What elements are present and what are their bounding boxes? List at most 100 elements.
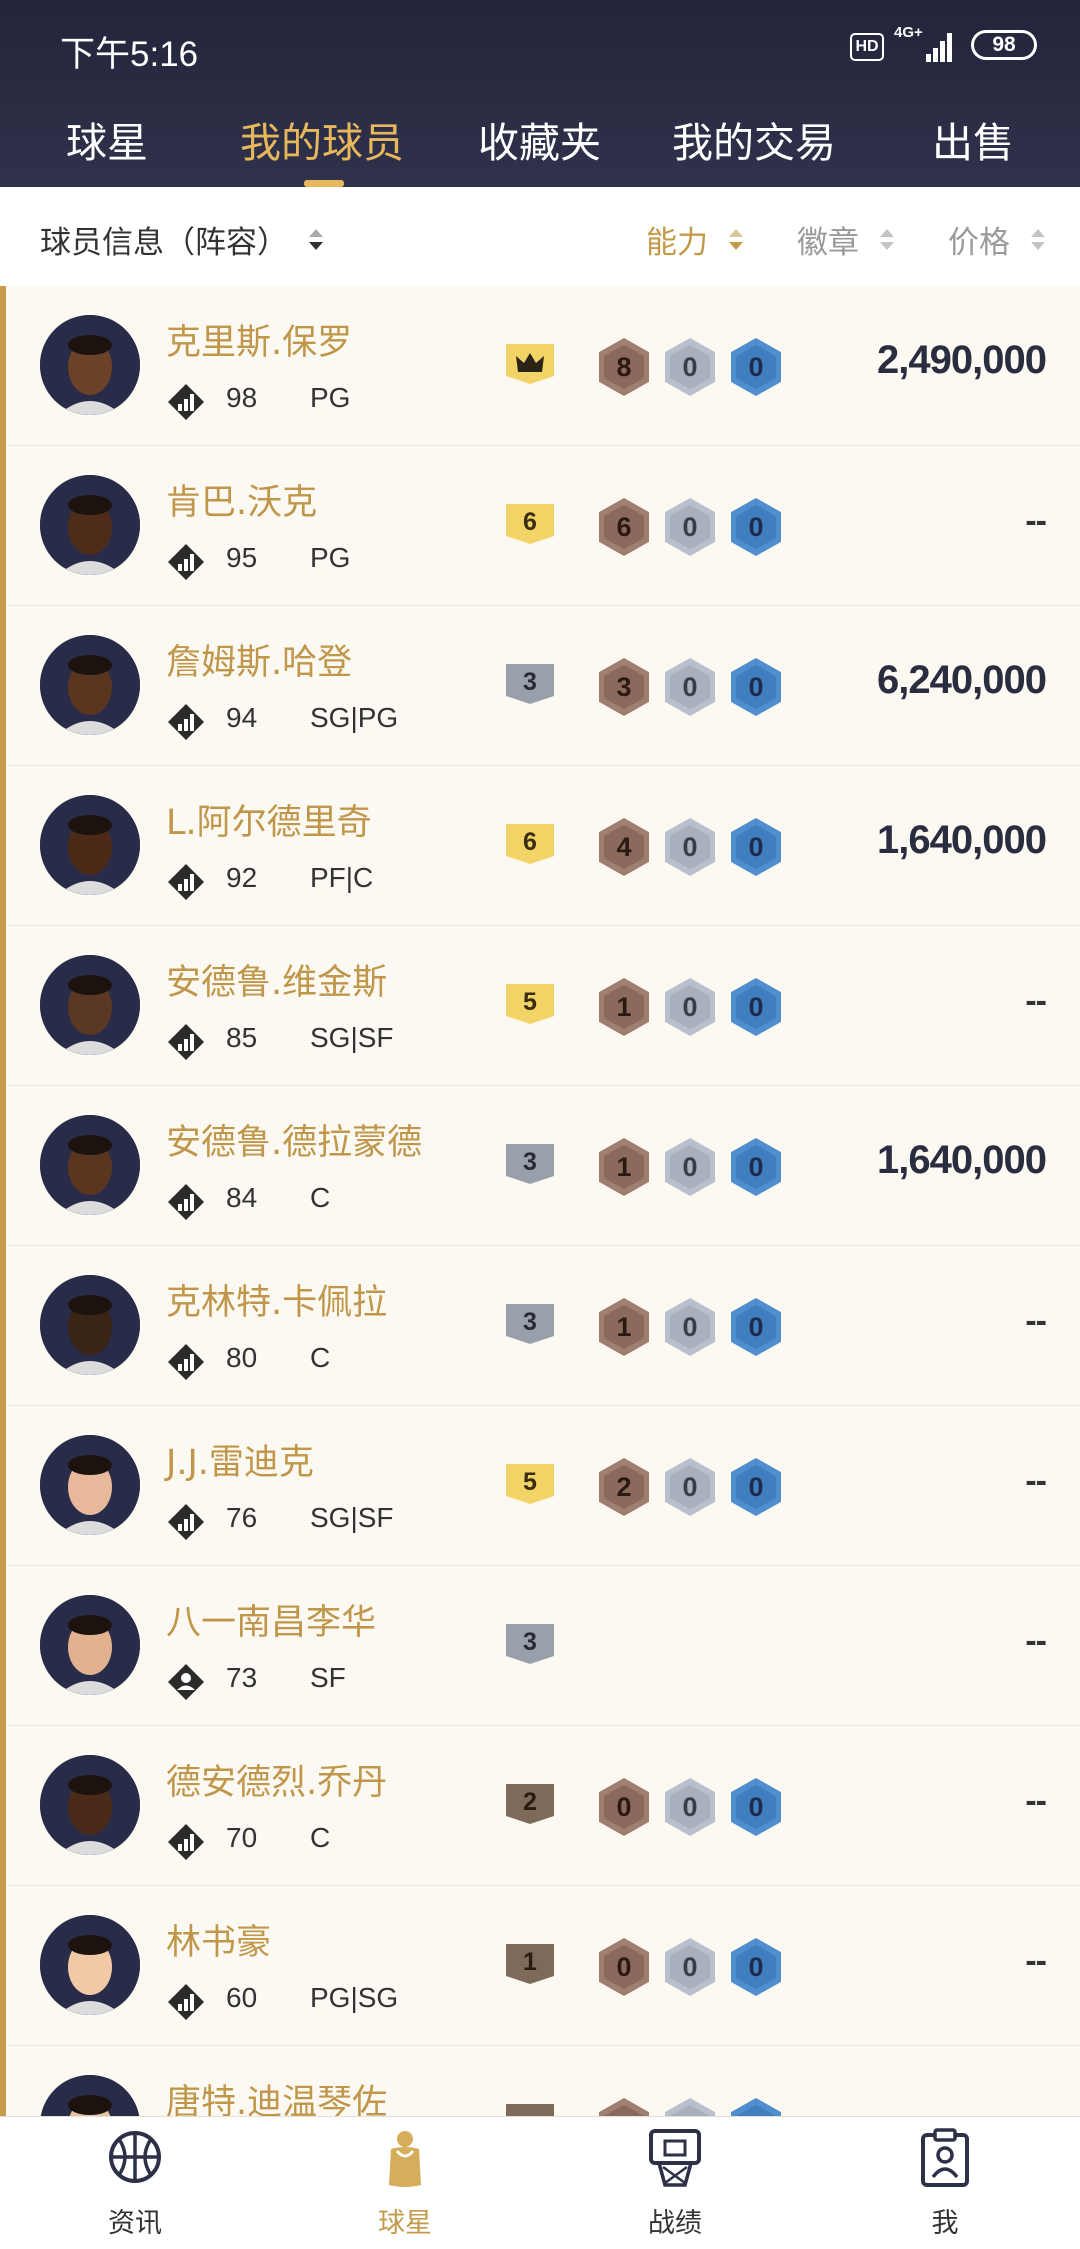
player-row[interactable]: 克林特.卡佩拉 80 C 3 1 0 0 -- (6, 1246, 1080, 1406)
tier-badge: 1 (504, 1942, 556, 1986)
tier-crown-badge (504, 342, 556, 386)
signal-rank-icon (168, 1344, 204, 1380)
signal-rank-icon (168, 1024, 204, 1060)
gold-blue-badge-hex: 0 (728, 336, 784, 398)
player-row[interactable]: 詹姆斯.哈登 94 SG|PG 3 3 0 0 6,240,000 (6, 606, 1080, 766)
nav-news[interactable]: 资讯 (0, 2117, 270, 2249)
sort-lineup-label: 球员信息（阵容） (40, 225, 288, 261)
tier-badge: 3 (504, 1302, 556, 1346)
nav-news-label: 资讯 (108, 2208, 162, 2239)
player-jersey-icon (389, 2131, 421, 2187)
tier-badge: 3 (504, 1622, 556, 1666)
player-name: 林书豪 (166, 1923, 272, 1963)
silver-badge-hex: 0 (662, 816, 718, 878)
badge-count: 0 (748, 1952, 764, 1982)
player-row[interactable]: 克里斯.保罗 98 PG 8 0 0 2,490,000 (6, 286, 1080, 446)
badge-count: 3 (616, 672, 632, 702)
sort-arrows-icon (879, 228, 894, 250)
player-position: PG (310, 542, 351, 573)
badge-count: 0 (748, 672, 764, 702)
hd-icon: HD (850, 33, 884, 61)
player-avatar (40, 1755, 140, 1855)
battery-indicator: 98 (971, 30, 1037, 60)
nav-me[interactable]: 我 (810, 2117, 1080, 2249)
gold-blue-badge-hex: 0 (728, 656, 784, 718)
player-row[interactable]: 肯巴.沃克 95 PG 6 6 0 0 -- (6, 446, 1080, 606)
sort-ability[interactable]: 能力 (646, 217, 744, 262)
bronze-badge-hex: 1 (596, 976, 652, 1038)
player-row[interactable]: 八一南昌李华 73 SF 3 -- (6, 1566, 1080, 1726)
player-name: 八一南昌李华 (166, 1603, 377, 1643)
player-avatar (40, 2075, 140, 2116)
badge-count: 0 (748, 1312, 764, 1342)
tab-stars[interactable]: 球星 (66, 109, 148, 169)
basketball-icon (109, 2131, 161, 2183)
player-name: 克里斯.保罗 (166, 323, 353, 363)
badge-count: 0 (682, 672, 698, 702)
player-avatar (40, 795, 140, 895)
signal-rank-icon (168, 704, 204, 740)
signal-rank-icon (168, 544, 204, 580)
nav-record[interactable]: 战绩 (540, 2117, 810, 2249)
bronze-badge-hex: 4 (596, 816, 652, 878)
badge-count: 0 (682, 1792, 698, 1822)
player-price: -- (1025, 1302, 1047, 1340)
badge-count: 0 (682, 992, 698, 1022)
badge-count: 2 (616, 1472, 632, 1502)
player-row[interactable]: 安德鲁.德拉蒙德 84 C 3 1 0 0 1,640,000 (6, 1086, 1080, 1246)
player-price: 1,640,000 (877, 1138, 1047, 1182)
signal-rank-icon (168, 1984, 204, 2020)
tier-number: 6 (523, 828, 537, 856)
signal-rank-icon (168, 1184, 204, 1220)
player-row[interactable]: J.J.雷迪克 76 SG|SF 5 2 0 0 -- (6, 1406, 1080, 1566)
tab-my-trades[interactable]: 我的交易 (672, 109, 836, 169)
bronze-badge-hex: 0 (596, 1776, 652, 1838)
silver-badge-hex: 0 (662, 1136, 718, 1198)
silver-badge-hex: 0 (662, 1456, 718, 1518)
tier-badge (504, 2102, 556, 2116)
bronze-badge-hex: 1 (596, 1296, 652, 1358)
nav-stars[interactable]: 球星 (270, 2117, 540, 2249)
sort-badges[interactable]: 徽章 (797, 217, 895, 262)
player-row[interactable]: 唐特.迪温琴佐 (6, 2046, 1080, 2116)
player-position: C (310, 1182, 331, 1213)
player-avatar (40, 1915, 140, 2015)
player-avatar (40, 1595, 140, 1695)
player-rating: 92 (226, 862, 258, 893)
badge-count: 0 (748, 832, 764, 862)
bronze-badge-hex (596, 2096, 652, 2116)
player-row[interactable]: 安德鲁.维金斯 85 SG|SF 5 1 0 0 -- (6, 926, 1080, 1086)
player-rating: 95 (226, 542, 258, 573)
player-rating: 98 (226, 382, 258, 413)
badge-count: 0 (748, 992, 764, 1022)
player-price: 2,490,000 (877, 338, 1047, 382)
silver-badge-hex: 0 (662, 656, 718, 718)
hoop-icon (649, 2129, 701, 2187)
player-row[interactable]: 德安德烈.乔丹 70 C 2 0 0 0 -- (6, 1726, 1080, 1886)
player-name: 肯巴.沃克 (166, 483, 318, 523)
bottom-nav: 资讯 球星 战绩 我 (0, 2116, 1080, 2249)
badge-count: 0 (682, 1312, 698, 1342)
sort-lineup[interactable]: 球员信息（阵容） (40, 217, 324, 262)
tab-favorites[interactable]: 收藏夹 (478, 109, 601, 169)
player-row[interactable]: L.阿尔德里奇 92 PF|C 6 4 0 0 1,640,000 (6, 766, 1080, 926)
badge-count (662, 2096, 718, 2116)
gold-blue-badge-hex: 0 (728, 976, 784, 1038)
clipboard-user-icon (921, 2128, 969, 2187)
player-position: SG|SF (310, 1502, 394, 1533)
player-row[interactable]: 林书豪 60 PG|SG 1 0 0 0 -- (6, 1886, 1080, 2046)
signal-rank-icon (168, 864, 204, 900)
tier-number (504, 2102, 556, 2116)
tab-sell[interactable]: 出售 (932, 109, 1014, 169)
tab-my-players[interactable]: 我的球员 (240, 109, 404, 169)
top-tab-bar: 球星 我的球员 收藏夹 我的交易 出售 (0, 95, 1080, 187)
gold-blue-badge-hex (728, 2096, 784, 2116)
tier-number: 2 (523, 1788, 537, 1816)
badge-count: 6 (616, 512, 632, 542)
badge-count: 0 (616, 1952, 632, 1982)
sort-price[interactable]: 价格 (948, 217, 1046, 262)
player-price: -- (1025, 1622, 1047, 1660)
status-time: 下午5:16 (60, 35, 199, 74)
player-rating: 94 (226, 702, 258, 733)
badge-count: 0 (748, 1152, 764, 1182)
